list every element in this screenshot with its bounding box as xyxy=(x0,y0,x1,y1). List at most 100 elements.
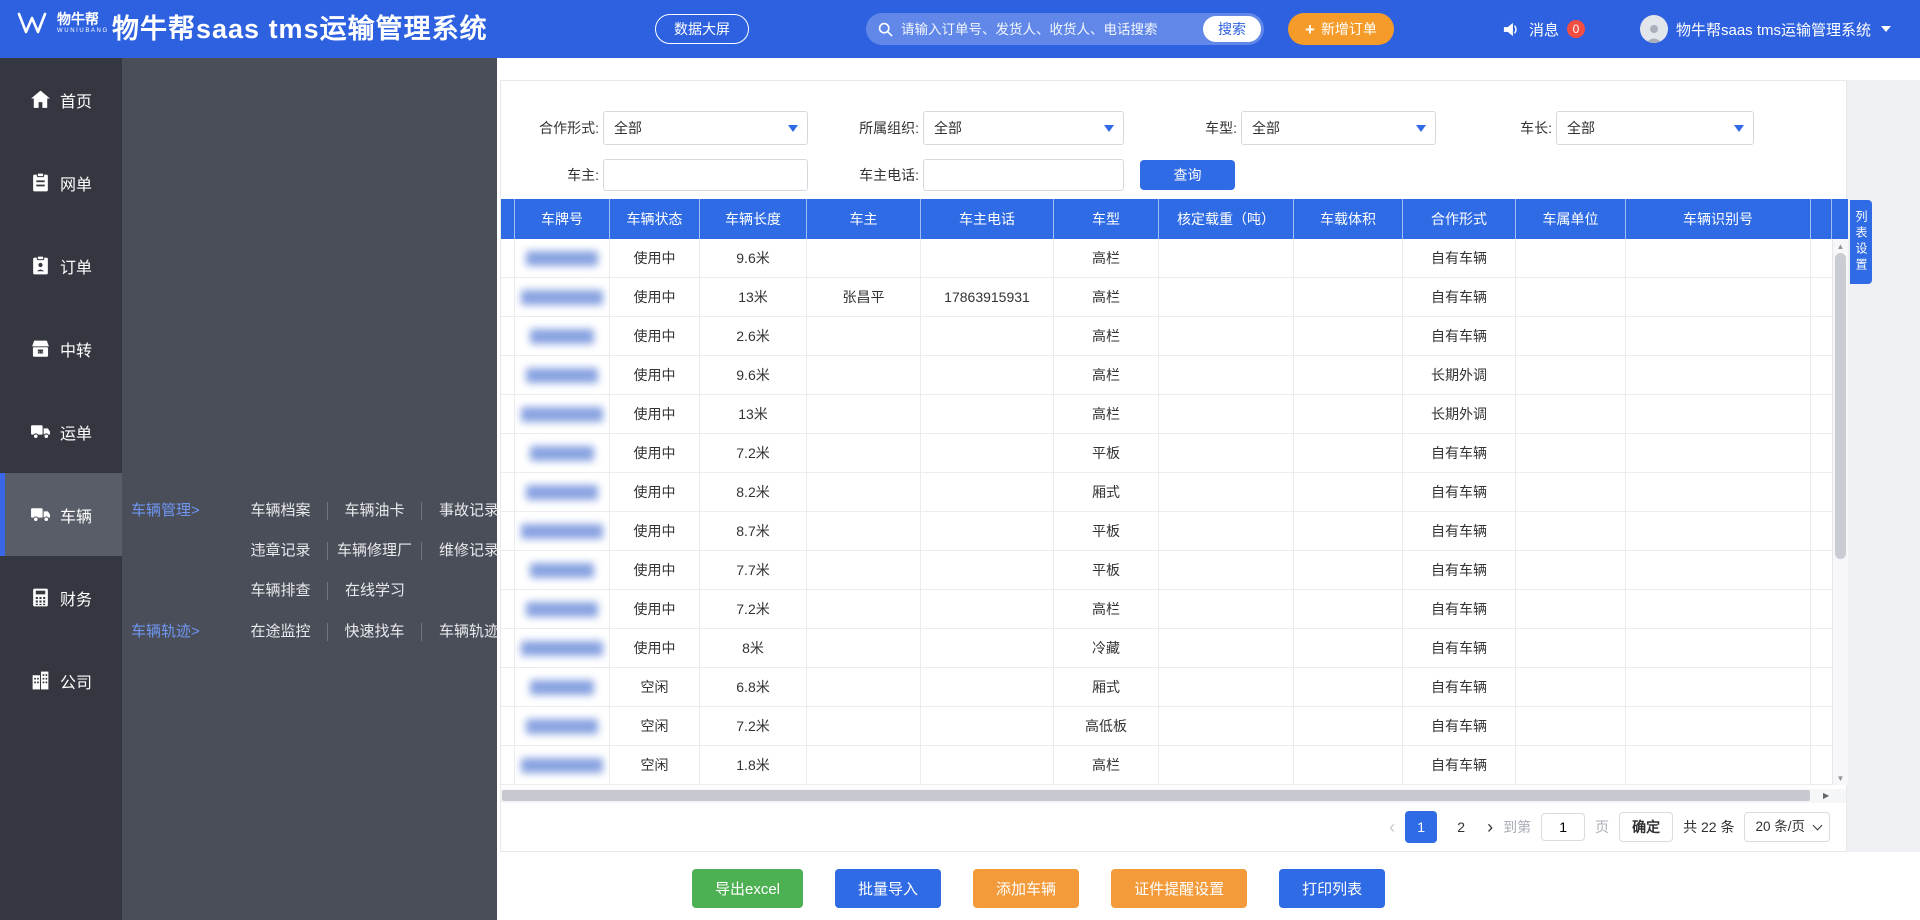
owner-input[interactable] xyxy=(603,159,808,191)
submenu-item[interactable]: 在途监控 xyxy=(234,623,328,641)
table-column-header[interactable]: 车辆状态 xyxy=(610,199,700,239)
table-row[interactable]: 使用中 13米 高栏 长期外调 xyxy=(501,395,1832,434)
status-cell: 使用中 xyxy=(610,434,700,472)
filter-select[interactable]: 全部 xyxy=(603,111,808,145)
new-order-button[interactable]: + 新增订单 xyxy=(1288,13,1394,45)
filter-select[interactable]: 全部 xyxy=(1556,111,1754,145)
table-row[interactable]: 使用中 2.6米 高栏 自有车辆 xyxy=(501,317,1832,356)
plate-cell[interactable] xyxy=(515,551,610,589)
goto-page-input[interactable] xyxy=(1541,813,1585,841)
scroll-right-icon[interactable]: ▶ xyxy=(1823,791,1829,800)
search-input[interactable] xyxy=(901,22,1195,37)
sidebar-item-vehicles[interactable]: 车辆 xyxy=(0,473,122,556)
submenu-group-label[interactable]: 车辆管理> xyxy=(131,491,231,531)
table-column-header[interactable]: 车属单位 xyxy=(1516,199,1626,239)
table-column-header[interactable]: 核定载重（吨） xyxy=(1159,199,1294,239)
filter-row-1: 合作形式: 全部 所属组织: 全部 车型: xyxy=(501,111,1846,145)
table-row[interactable]: 空闲 7.2米 高低板 自有车辆 xyxy=(501,707,1832,746)
owner-phone-input[interactable] xyxy=(923,159,1124,191)
sidebar-item-transfer[interactable]: 1.1 中转 xyxy=(0,307,122,390)
plate-cell[interactable] xyxy=(515,707,610,745)
submenu-group-label[interactable] xyxy=(131,531,231,571)
table-row[interactable]: 使用中 8.7米 平板 自有车辆 xyxy=(501,512,1832,551)
table-row[interactable]: 使用中 8米 冷藏 自有车辆 xyxy=(501,629,1832,668)
data-screen-button[interactable]: 数据大屏 xyxy=(655,14,749,44)
query-button[interactable]: 查询 xyxy=(1140,160,1235,190)
plate-cell[interactable] xyxy=(515,668,610,706)
messages-entry[interactable]: 消息 0 xyxy=(1502,13,1585,45)
page-number-button[interactable]: 1 xyxy=(1405,811,1437,843)
table-column-header[interactable]: 合作形式 xyxy=(1403,199,1516,239)
plate-cell[interactable] xyxy=(515,278,610,316)
horizontal-scrollbar-thumb[interactable] xyxy=(502,790,1810,801)
license-plate-blurred xyxy=(530,680,594,695)
table-row[interactable]: 使用中 7.2米 平板 自有车辆 xyxy=(501,434,1832,473)
volume-cell xyxy=(1294,356,1403,394)
page-size-select[interactable]: 20 条/页 xyxy=(1744,812,1830,842)
table-column-header[interactable]: 车主 xyxy=(807,199,921,239)
submenu-item[interactable]: 在线学习 xyxy=(328,582,422,600)
submenu-group-label[interactable] xyxy=(131,571,231,611)
table-row[interactable]: 使用中 9.6米 高栏 长期外调 xyxy=(501,356,1832,395)
next-page-icon[interactable]: › xyxy=(1487,817,1493,838)
action-button[interactable]: 导出excel xyxy=(692,869,803,908)
load-cell xyxy=(1159,395,1294,433)
submenu-item[interactable]: 违章记录 xyxy=(234,542,328,560)
sidebar-item-orders[interactable]: 订单 xyxy=(0,224,122,307)
submenu-item[interactable]: 车辆油卡 xyxy=(328,502,422,520)
vertical-scrollbar-thumb[interactable] xyxy=(1835,253,1846,559)
table-column-header[interactable]: 车辆识别号 xyxy=(1626,199,1811,239)
plate-cell[interactable] xyxy=(515,356,610,394)
submenu-group-label[interactable]: 车辆轨迹> xyxy=(131,612,231,652)
global-search[interactable]: 搜索 xyxy=(866,13,1264,45)
table-row[interactable]: 使用中 7.2米 高栏 自有车辆 xyxy=(501,590,1832,629)
submenu-item[interactable]: 车辆档案 xyxy=(234,502,328,520)
table-column-header[interactable]: 车载体积 xyxy=(1294,199,1403,239)
list-settings-tab[interactable]: 列表设置 xyxy=(1850,200,1872,284)
filter-select[interactable]: 全部 xyxy=(1241,111,1436,145)
submenu-item[interactable]: 快速找车 xyxy=(328,623,422,641)
action-button[interactable]: 打印列表 xyxy=(1279,869,1385,908)
goto-confirm-button[interactable]: 确定 xyxy=(1619,812,1673,842)
filter-select[interactable]: 全部 xyxy=(923,111,1124,145)
plate-cell[interactable] xyxy=(515,512,610,550)
length-cell: 6.8米 xyxy=(700,668,807,706)
table-row[interactable]: 使用中 8.2米 厢式 自有车辆 xyxy=(501,473,1832,512)
plate-cell[interactable] xyxy=(515,746,610,784)
table-row[interactable]: 使用中 9.6米 高栏 自有车辆 xyxy=(501,239,1832,278)
sidebar-item-net-orders[interactable]: 网单 xyxy=(0,141,122,224)
sidebar-item-home[interactable]: 首页 xyxy=(0,58,122,141)
sidebar-item-company[interactable]: 公司 xyxy=(0,639,122,722)
plate-cell[interactable] xyxy=(515,473,610,511)
prev-page-icon[interactable]: ‹ xyxy=(1389,817,1395,838)
submenu-item[interactable]: 车辆修理厂 xyxy=(328,542,422,560)
table-column-header[interactable]: 车主电话 xyxy=(921,199,1054,239)
plate-cell[interactable] xyxy=(515,434,610,472)
action-button[interactable]: 证件提醒设置 xyxy=(1111,869,1247,908)
page-number-button[interactable]: 2 xyxy=(1445,811,1477,843)
table-row[interactable]: 使用中 7.7米 平板 自有车辆 xyxy=(501,551,1832,590)
table-column-header[interactable]: 车牌号 xyxy=(515,199,610,239)
plate-cell[interactable] xyxy=(515,317,610,355)
table-row[interactable]: 空闲 6.8米 厢式 自有车辆 xyxy=(501,668,1832,707)
plate-cell[interactable] xyxy=(515,395,610,433)
sidebar-item-waybills[interactable]: 运单 xyxy=(0,390,122,473)
action-button[interactable]: 批量导入 xyxy=(835,869,941,908)
user-menu[interactable]: 物牛帮saas tms运输管理系统 xyxy=(1640,13,1891,45)
plate-cell[interactable] xyxy=(515,629,610,667)
vertical-scrollbar[interactable]: ▲ ▼ xyxy=(1832,239,1848,785)
owner-cell xyxy=(807,317,921,355)
search-button[interactable]: 搜索 xyxy=(1203,16,1261,42)
table-column-header[interactable]: 车型 xyxy=(1054,199,1159,239)
table-column-header[interactable]: 车辆长度 xyxy=(700,199,807,239)
plate-cell[interactable] xyxy=(515,590,610,628)
horizontal-scrollbar[interactable]: ▶ xyxy=(501,789,1846,803)
table-row[interactable]: 使用中 13米 张昌平 17863915931 高栏 自有车辆 xyxy=(501,278,1832,317)
scroll-up-icon[interactable]: ▲ xyxy=(1833,239,1848,253)
table-row[interactable]: 空闲 1.8米 高栏 自有车辆 xyxy=(501,746,1832,785)
action-button[interactable]: 添加车辆 xyxy=(973,869,1079,908)
submenu-item[interactable]: 车辆排查 xyxy=(234,582,328,600)
sidebar-item-finance[interactable]: 财务 xyxy=(0,556,122,639)
scroll-down-icon[interactable]: ▼ xyxy=(1833,771,1848,785)
plate-cell[interactable] xyxy=(515,239,610,277)
